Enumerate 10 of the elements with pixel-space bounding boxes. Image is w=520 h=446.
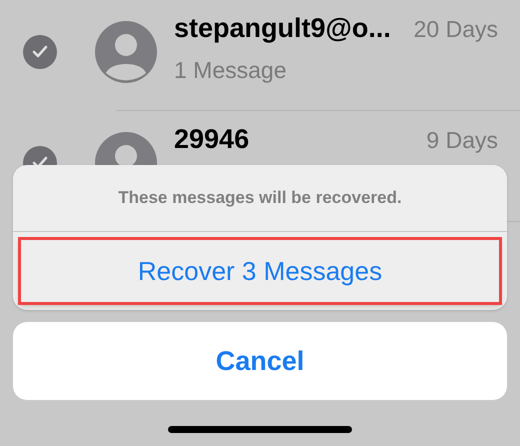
contact-name: stepangult9@o... bbox=[174, 12, 391, 45]
checkmark-icon[interactable] bbox=[23, 35, 57, 69]
avatar-icon bbox=[95, 21, 157, 83]
recover-button[interactable]: Recover 3 Messages bbox=[18, 237, 502, 305]
cancel-button[interactable]: Cancel bbox=[13, 322, 507, 400]
message-count: 1 Message bbox=[174, 56, 288, 85]
contact-name: 29946 bbox=[174, 123, 250, 156]
message-date: 9 Days bbox=[426, 126, 498, 155]
message-date: 20 Days bbox=[414, 15, 498, 44]
sheet-message: These messages will be recovered. bbox=[118, 187, 402, 210]
